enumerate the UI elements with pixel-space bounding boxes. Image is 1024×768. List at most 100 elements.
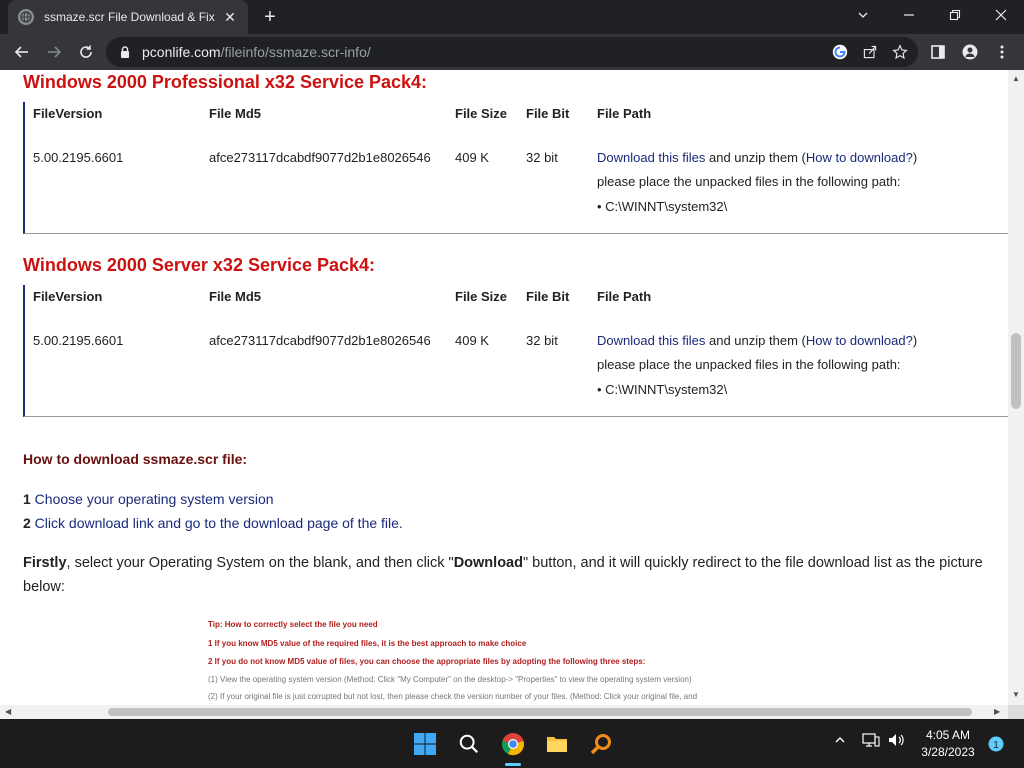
file-bit: 32 bit xyxy=(526,333,558,348)
file-version: 5.00.2195.6601 xyxy=(33,333,124,348)
tip-line: 2 If you do not know MD5 value of files,… xyxy=(208,657,646,666)
horizontal-scrollbar[interactable]: ◀ ▶ xyxy=(0,705,1008,719)
download-line: Download this files and unzip them (How … xyxy=(597,150,917,165)
side-panel-icon xyxy=(931,45,945,59)
col-header-bit: File Bit xyxy=(526,289,570,304)
file-size: 409 K xyxy=(455,333,489,348)
col-header-path: File Path xyxy=(597,106,652,121)
restore-button[interactable] xyxy=(932,0,978,30)
search-icon xyxy=(459,734,479,754)
lock-icon xyxy=(121,46,129,58)
step-text: Choose your operating system version xyxy=(30,491,274,507)
kebab-menu-icon xyxy=(1000,45,1004,59)
download-link[interactable]: Download this files xyxy=(597,150,705,165)
scroll-right-arrow-icon[interactable]: ▶ xyxy=(994,707,1000,716)
place-instruction: please place the unpacked files in the f… xyxy=(597,357,901,372)
notification-badge[interactable]: 1 xyxy=(988,736,1004,757)
tip-screenshot-image: Tip: How to correctly select the file yo… xyxy=(200,615,780,705)
minimize-button[interactable] xyxy=(886,0,932,30)
step-text: Click download link and go to the downlo… xyxy=(30,515,403,531)
page-viewport: Windows 2000 Professional x32 Service Pa… xyxy=(0,70,1008,705)
file-info-block-server: FileVersion File Md5 File Size File Bit … xyxy=(23,285,1008,417)
globe-icon xyxy=(18,9,34,25)
avatar-icon xyxy=(962,44,978,60)
col-header-path: File Path xyxy=(597,289,652,304)
file-md5: afce273117dcabdf9077d2b1e8026546 xyxy=(209,150,431,165)
windows-logo-icon xyxy=(414,733,436,755)
url-path: /fileinfo/ssmaze.scr-info/ xyxy=(220,44,371,60)
clock-time: 4:05 AM xyxy=(925,728,971,742)
forward-button[interactable] xyxy=(38,36,70,68)
reload-button[interactable] xyxy=(70,36,102,68)
search-button[interactable] xyxy=(454,729,484,759)
chrome-icon xyxy=(502,733,524,756)
google-lens-icon[interactable] xyxy=(830,42,850,62)
file-size: 409 K xyxy=(455,150,489,165)
file-md5: afce273117dcabdf9077d2b1e8026546 xyxy=(209,333,431,348)
step-number: 2 xyxy=(23,515,31,531)
tab-title: ssmaze.scr File Download & Fix F xyxy=(44,10,216,24)
unzip-text: and unzip them ( xyxy=(705,150,806,165)
horizontal-scroll-thumb[interactable] xyxy=(108,708,972,716)
step-1[interactable]: 1 Choose your operating system version xyxy=(23,491,274,507)
share-icon[interactable] xyxy=(860,42,880,62)
how-to-download-link[interactable]: How to download? xyxy=(806,150,913,165)
side-panel-button[interactable] xyxy=(922,36,954,68)
step-number: 1 xyxy=(23,491,31,507)
file-explorer-button[interactable] xyxy=(542,729,572,759)
step-2[interactable]: 2 Click download link and go to the down… xyxy=(23,515,403,531)
tip-line: (1) View the operating system version (M… xyxy=(208,675,692,684)
col-header-md5: File Md5 xyxy=(209,289,262,304)
scroll-up-arrow-icon[interactable]: ▲ xyxy=(1012,74,1020,83)
unzip-text: and unzip them ( xyxy=(705,333,806,348)
col-header-version: FileVersion xyxy=(33,289,103,304)
scrollbar-corner xyxy=(1008,705,1024,719)
place-instruction: please place the unpacked files in the f… xyxy=(597,174,901,189)
magnifier-app-icon xyxy=(590,734,611,755)
download-link[interactable]: Download this files xyxy=(597,333,705,348)
col-header-size: File Size xyxy=(455,289,508,304)
file-version: 5.00.2195.6601 xyxy=(33,150,124,165)
close-icon xyxy=(995,9,1007,21)
address-bar[interactable]: pconlife.com/fileinfo/ssmaze.scr-info/ xyxy=(106,37,918,67)
browser-tab[interactable]: ssmaze.scr File Download & Fix F ✕ xyxy=(8,0,248,34)
active-app-indicator xyxy=(505,763,521,766)
menu-button[interactable] xyxy=(986,36,1018,68)
firstly-text: , select your Operating System on the bl… xyxy=(66,555,454,571)
install-path: • C:\WINNT\system32\ xyxy=(597,199,728,214)
col-header-version: FileVersion xyxy=(33,106,103,121)
chevron-up-icon[interactable] xyxy=(834,733,846,749)
vertical-scrollbar[interactable]: ▲ ▼ xyxy=(1008,70,1024,705)
tab-search-button[interactable] xyxy=(840,0,886,30)
scroll-left-arrow-icon[interactable]: ◀ xyxy=(5,707,11,716)
col-header-bit: File Bit xyxy=(526,106,570,121)
tab-strip: ssmaze.scr File Download & Fix F ✕ + xyxy=(0,0,1024,34)
system-clock[interactable]: 4:05 AM 3/28/2023 xyxy=(912,727,984,761)
reload-icon xyxy=(80,45,92,58)
close-tab-icon[interactable]: ✕ xyxy=(222,9,238,25)
download-line: Download this files and unzip them (How … xyxy=(597,333,917,348)
arrow-left-icon xyxy=(14,46,28,58)
vertical-scroll-thumb[interactable] xyxy=(1011,333,1021,409)
bookmark-star-icon[interactable] xyxy=(890,42,910,62)
new-tab-button[interactable]: + xyxy=(258,5,282,29)
section-title-server: Windows 2000 Server x32 Service Pack4: xyxy=(23,255,376,275)
search-tool-button[interactable] xyxy=(586,729,616,759)
tip-line: (2) If your original file is just corrup… xyxy=(208,692,698,701)
start-button[interactable] xyxy=(410,729,440,759)
close-window-button[interactable] xyxy=(978,0,1024,30)
section-title-professional: Windows 2000 Professional x32 Service Pa… xyxy=(23,72,428,92)
browser-toolbar: pconlife.com/fileinfo/ssmaze.scr-info/ xyxy=(0,34,1024,70)
how-to-download-link[interactable]: How to download? xyxy=(806,333,913,348)
url-host: pconlife.com xyxy=(142,44,221,60)
folder-icon xyxy=(547,737,567,752)
install-path: • C:\WINNT\system32\ xyxy=(597,382,728,397)
windows-taskbar: 4:05 AM 3/28/2023 xyxy=(0,719,1024,768)
scroll-down-arrow-icon[interactable]: ▼ xyxy=(1012,690,1020,699)
chrome-taskbar-button[interactable] xyxy=(498,729,528,759)
volume-icon[interactable] xyxy=(888,733,906,750)
back-button[interactable] xyxy=(6,36,38,68)
file-bit: 32 bit xyxy=(526,150,558,165)
profile-button[interactable] xyxy=(954,36,986,68)
network-icon[interactable] xyxy=(862,733,880,750)
